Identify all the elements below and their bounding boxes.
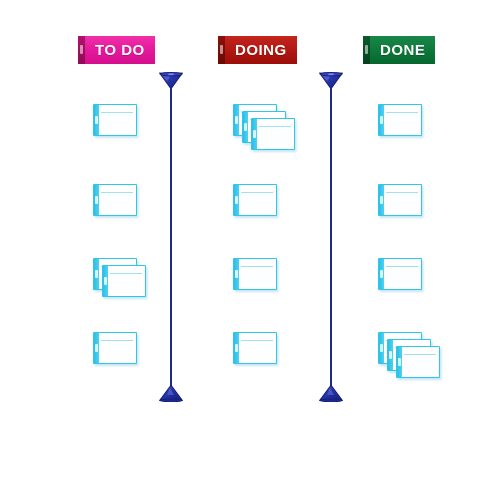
card-rule <box>386 266 418 267</box>
flag-body-doing: DOING <box>225 36 297 64</box>
card-spine <box>94 105 99 135</box>
card-rule <box>404 354 436 355</box>
note-card-icon[interactable] <box>93 332 137 364</box>
card-spine <box>252 119 257 149</box>
card-spine <box>379 185 384 215</box>
card-body <box>386 269 418 286</box>
card-spine <box>379 259 384 289</box>
card-body <box>110 276 142 293</box>
column-label-todo: TO DO <box>95 41 145 59</box>
card-spine <box>94 259 99 289</box>
card-rule <box>101 192 133 193</box>
card-body <box>101 195 133 212</box>
column-flag-done[interactable]: DONE <box>363 36 436 67</box>
card-spine <box>243 112 248 142</box>
card-body <box>386 195 418 212</box>
note-card-icon[interactable] <box>102 265 146 297</box>
card-spine <box>379 333 384 363</box>
card-rule <box>386 192 418 193</box>
note-card-icon[interactable] <box>378 184 422 216</box>
note-card-icon[interactable] <box>396 346 440 378</box>
card-stack-todo-row1[interactable] <box>93 104 203 164</box>
card-rule <box>259 126 291 127</box>
card-body <box>241 343 273 360</box>
note-card-icon[interactable] <box>93 104 137 136</box>
card-rule <box>386 112 418 113</box>
card-stack-todo-row2[interactable] <box>93 184 203 244</box>
card-stack-done-row2[interactable] <box>378 184 488 244</box>
card-spine <box>234 185 239 215</box>
card-body <box>259 129 291 146</box>
card-stack-doing-row3[interactable] <box>233 258 343 318</box>
note-card-icon[interactable] <box>378 104 422 136</box>
card-spine <box>397 347 402 377</box>
card-body <box>404 357 436 374</box>
card-body <box>101 343 133 360</box>
column-flag-todo[interactable]: TO DO <box>78 36 155 67</box>
note-card-icon[interactable] <box>378 258 422 290</box>
card-stack-done-row4[interactable] <box>378 332 488 392</box>
note-card-icon[interactable] <box>93 184 137 216</box>
column-flag-doing[interactable]: DOING <box>218 36 297 67</box>
card-spine <box>94 185 99 215</box>
flag-pole-doing <box>218 36 225 64</box>
column-label-done: DONE <box>380 41 426 59</box>
flag-body-done: DONE <box>370 36 436 64</box>
card-rule <box>241 192 273 193</box>
card-rule <box>101 112 133 113</box>
card-spine <box>234 333 239 363</box>
card-spine <box>234 259 239 289</box>
flag-pole-done <box>363 36 370 64</box>
card-stack-doing-row4[interactable] <box>233 332 343 392</box>
card-spine <box>388 340 393 370</box>
flag-body-todo: TO DO <box>85 36 155 64</box>
card-stack-todo-row3[interactable] <box>93 258 203 318</box>
card-rule <box>110 273 142 274</box>
card-spine <box>234 105 239 135</box>
card-stack-done-row3[interactable] <box>378 258 488 318</box>
flag-pole-todo <box>78 36 85 64</box>
kanban-board: TO DO DOING DONE <box>0 0 500 500</box>
card-rule <box>241 266 273 267</box>
note-card-icon[interactable] <box>233 184 277 216</box>
note-card-icon[interactable] <box>233 332 277 364</box>
card-body <box>241 269 273 286</box>
card-body <box>241 195 273 212</box>
card-stack-done-row1[interactable] <box>378 104 488 164</box>
card-rule <box>101 340 133 341</box>
card-body <box>101 115 133 132</box>
column-label-doing: DOING <box>235 41 287 59</box>
card-stack-doing-row2[interactable] <box>233 184 343 244</box>
card-spine <box>94 333 99 363</box>
card-body <box>386 115 418 132</box>
note-card-icon[interactable] <box>233 258 277 290</box>
note-card-icon[interactable] <box>251 118 295 150</box>
card-spine <box>103 266 108 296</box>
card-stack-todo-row4[interactable] <box>93 332 203 392</box>
card-spine <box>379 105 384 135</box>
card-rule <box>241 340 273 341</box>
card-stack-doing-row1[interactable] <box>233 104 343 164</box>
